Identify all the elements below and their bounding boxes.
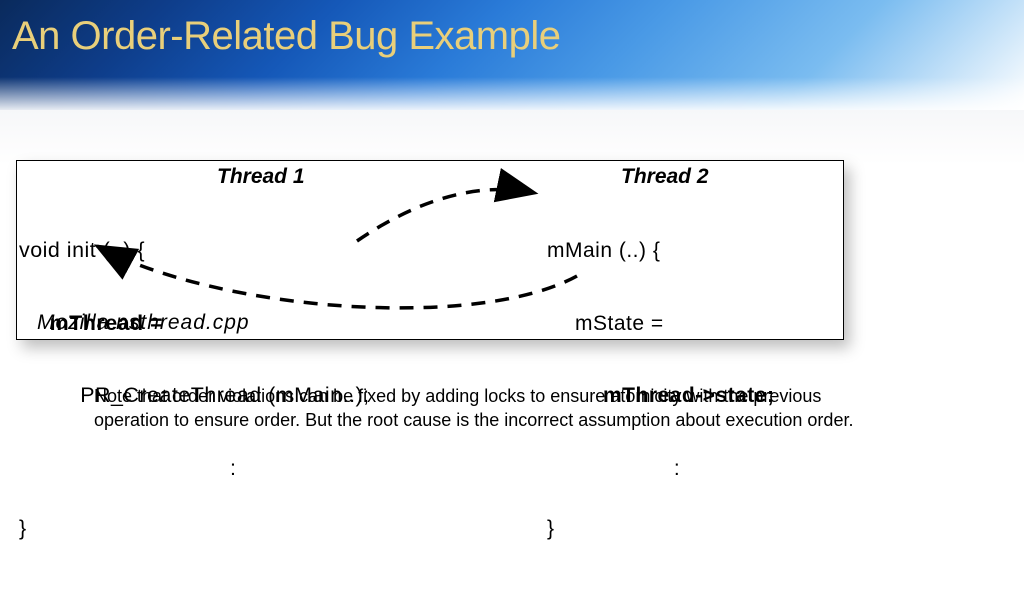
slide-title: An Order-Related Bug Example — [12, 14, 561, 59]
source-file-label: Mozilla nsthread.cpp — [37, 311, 250, 335]
code-figure: Thread 1 Thread 2 void init (..) { mThre… — [16, 160, 844, 340]
title-banner: An Order-Related Bug Example — [0, 0, 1024, 110]
thread2-header: Thread 2 — [621, 165, 709, 189]
thread2-ellipsis: : — [577, 457, 777, 469]
banner-fade — [0, 110, 1024, 165]
thread1-ellipsis: : — [60, 457, 407, 469]
thread1-header: Thread 1 — [217, 165, 305, 189]
thread2-line2: mState = — [575, 312, 777, 336]
thread1-close-brace: } — [19, 517, 407, 541]
thread1-line1: void init (..) { — [19, 239, 407, 263]
thread2-close-brace: } — [547, 517, 777, 541]
thread2-line1: mMain (..) { — [547, 239, 777, 263]
explanatory-note: Note that order violations can be fixed … — [94, 384, 854, 433]
